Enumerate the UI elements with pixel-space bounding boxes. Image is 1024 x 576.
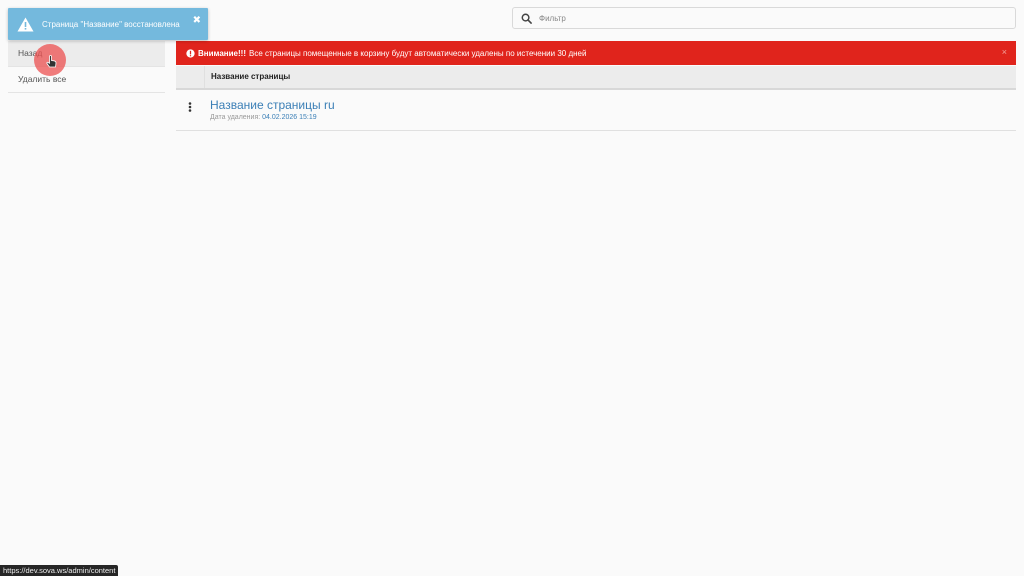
toast-close-icon[interactable]: ✖	[193, 15, 201, 26]
search-box[interactable]	[512, 7, 1016, 29]
toast-message: Страница "Название" восстановлена	[42, 19, 180, 29]
search-icon	[515, 8, 537, 28]
deletion-meta: Дата удаления: 04.02.2026 15:19	[210, 114, 335, 121]
sidebar-item-delete-all[interactable]: Удалить все	[8, 67, 165, 93]
sidebar-item-label: Удалить все	[18, 74, 67, 84]
header-menu-column	[176, 66, 205, 88]
toast-notification: Страница "Название" восстановлена ✖	[8, 8, 208, 40]
alert-strong: Внимание!!!	[198, 48, 246, 58]
close-icon[interactable]: ×	[1002, 47, 1007, 57]
deletion-date: 04.02.2026 15:19	[262, 114, 317, 121]
search-input[interactable]	[537, 9, 1015, 27]
trash-table: Название страницы Название страницы ru Д…	[176, 66, 1016, 131]
table-row: Название страницы ru Дата удаления: 04.0…	[176, 90, 1016, 131]
row-content: Название страницы ru Дата удаления: 04.0…	[204, 90, 335, 130]
vertical-dots-icon	[188, 102, 192, 112]
exclamation-circle-icon	[186, 48, 195, 58]
sidebar-item-label: Назад	[18, 48, 43, 58]
sidebar: Назад Удалить все	[8, 41, 165, 93]
trash-warning-alert: Внимание!!! Все страницы помещенные в ко…	[176, 41, 1016, 65]
warning-triangle-icon	[17, 17, 34, 32]
row-menu-button[interactable]	[176, 90, 204, 130]
page: Назад Удалить все Внимание!!! Все страни…	[0, 0, 1024, 576]
deletion-date-label: Дата удаления:	[210, 114, 261, 121]
column-header-name: Название страницы	[211, 72, 291, 81]
status-url: https://dev.sova.ws/admin/content	[0, 565, 119, 576]
sidebar-item-back[interactable]: Назад	[8, 41, 165, 67]
page-title-link[interactable]: Название страницы ru	[210, 98, 335, 112]
table-header: Название страницы	[176, 66, 1016, 90]
alert-text: Все страницы помещенные в корзину будут …	[248, 48, 587, 58]
